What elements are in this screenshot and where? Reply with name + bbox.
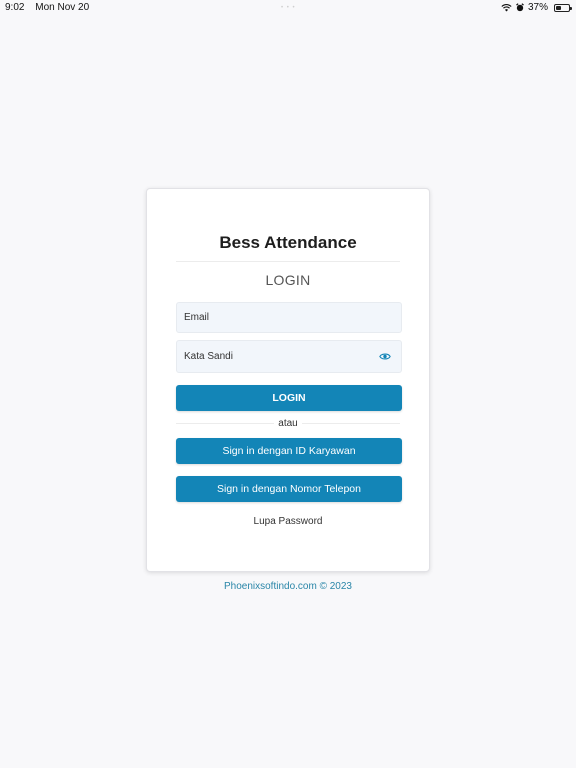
status-date: Mon Nov 20 (35, 2, 90, 13)
login-card: Bess Attendance LOGIN LOGIN atau Sign in… (146, 188, 430, 572)
status-time: 9:02 (5, 2, 25, 13)
or-separator: atau (147, 418, 429, 429)
or-text: atau (274, 418, 302, 429)
alarm-icon (516, 3, 524, 12)
battery-icon (554, 3, 572, 12)
app-title: Bess Attendance (219, 233, 357, 252)
password-field-container (176, 340, 402, 373)
eye-icon[interactable] (379, 352, 391, 361)
battery-level (556, 5, 562, 10)
status-bar: 9:02 Mon Nov 20 • • • 37% (0, 0, 576, 16)
status-right: 37% (501, 2, 572, 13)
email-field-container (176, 302, 402, 333)
email-input[interactable] (177, 303, 401, 332)
login-heading: LOGIN (265, 272, 311, 288)
forgot-password-link[interactable]: Lupa Password (147, 516, 429, 527)
battery-percentage: 37% (527, 2, 548, 13)
signin-employee-id-button[interactable]: Sign in dengan ID Karyawan (176, 438, 402, 464)
password-input[interactable] (177, 341, 401, 372)
login-button[interactable]: LOGIN (176, 385, 402, 411)
footer-copyright: Phoenixsoftindo.com © 2023 (223, 581, 352, 592)
status-left: 9:02 Mon Nov 20 (5, 2, 97, 13)
wifi-icon (501, 4, 512, 12)
signin-phone-button[interactable]: Sign in dengan Nomor Telepon (176, 476, 402, 502)
multitasking-dots-icon: • • • (281, 5, 296, 11)
title-divider (176, 261, 400, 262)
